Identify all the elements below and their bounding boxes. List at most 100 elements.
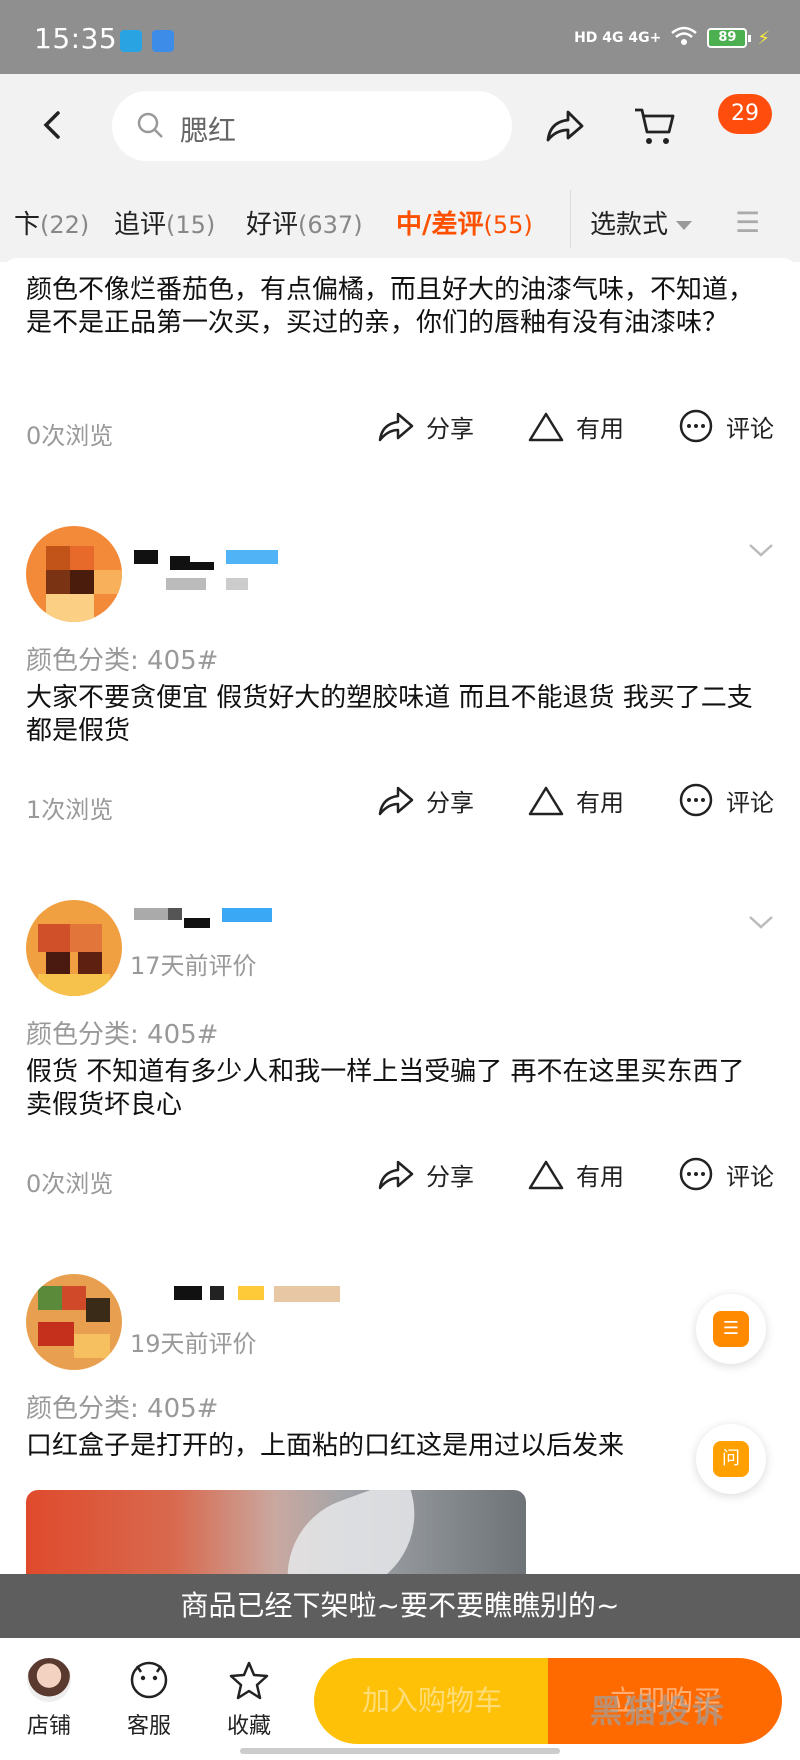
share-icon[interactable] [542, 104, 586, 148]
tab-divider [570, 190, 571, 248]
share-button[interactable]: 分享 [376, 782, 474, 818]
username-masked [134, 1286, 340, 1326]
share-button[interactable]: 分享 [376, 408, 474, 444]
username-masked [134, 906, 294, 946]
chevron-down-icon[interactable] [748, 914, 774, 930]
customer-service-icon [130, 1661, 168, 1699]
caret-down-icon [676, 221, 693, 230]
avatar [26, 1274, 122, 1370]
cart-badge[interactable]: 29 [718, 94, 772, 134]
review-photo[interactable] [26, 1490, 526, 1574]
share-label: 分享 [426, 414, 474, 443]
select-style-label: 选款式 [590, 210, 669, 240]
useful-button[interactable]: 有用 [526, 1156, 624, 1192]
shop-button[interactable]: 店铺 [14, 1658, 84, 1740]
comment-label: 评论 [726, 414, 774, 443]
ask-icon: 问 [713, 1441, 749, 1477]
share-label: 分享 [426, 788, 474, 817]
useful-button[interactable]: 有用 [526, 782, 624, 818]
useful-button[interactable]: 有用 [526, 408, 624, 444]
share-icon [378, 1160, 414, 1190]
username-masked [134, 550, 294, 590]
review-time: 19天前评价 [130, 1330, 257, 1358]
delisted-banner[interactable]: 商品已经下架啦~要不要瞧瞧别的~ [0, 1574, 800, 1638]
review-text: 假货 不知道有多少人和我一样上当受骗了 再不在这里买东西了 卖假货坏良心 [26, 1057, 745, 1120]
select-style-dropdown[interactable]: 选款式 [590, 204, 693, 241]
cart-icon[interactable] [632, 104, 676, 148]
tab-follow-up[interactable]: 追评(15) [114, 204, 215, 241]
notes-float-button[interactable]: ☰ [696, 1294, 766, 1364]
review-views: 1次浏览 [26, 796, 114, 824]
battery-indicator: 89 [707, 28, 752, 48]
service-label: 客服 [126, 1714, 171, 1739]
bottom-bar: 店铺 客服 收藏 加入购物车 立即购买 黑猫投诉 [0, 1638, 800, 1760]
status-bar: 15:35 HD 4G 4G+ 89 ⚡ [0, 0, 800, 74]
note-icon: ☰ [713, 1311, 749, 1347]
comment-icon [679, 409, 713, 443]
chevron-down-icon[interactable] [748, 542, 774, 558]
review-variant: 颜色分类: 405# [26, 1394, 219, 1424]
review-views: 0次浏览 [26, 1170, 114, 1198]
tab-positive[interactable]: 好评(637) [246, 204, 363, 241]
photo-content [265, 1490, 437, 1574]
tab-with-images[interactable]: 卞(22) [14, 204, 89, 241]
favorite-button[interactable]: 收藏 [214, 1658, 284, 1740]
search-text: 腮红 [180, 114, 237, 147]
comment-label: 评论 [726, 788, 774, 817]
network-indicator: HD 4G 4G+ [574, 30, 662, 46]
tab-label: 卞 [14, 210, 41, 240]
share-label: 分享 [426, 1162, 474, 1191]
comment-icon [679, 783, 713, 817]
status-time: 15:35 [34, 22, 118, 55]
telegram-icon [120, 30, 142, 52]
tab-negative[interactable]: 中/差评(55) [396, 204, 533, 241]
comment-icon [679, 1157, 713, 1191]
comment-button[interactable]: 评论 [676, 782, 774, 818]
useful-label: 有用 [576, 788, 624, 817]
tab-count: (637) [298, 211, 363, 239]
review-views: 0次浏览 [26, 422, 114, 450]
filter-icon[interactable]: ☰ [735, 206, 760, 239]
tab-count: (22) [40, 211, 90, 239]
tab-label: 追评 [114, 210, 167, 240]
triangle-up-icon [528, 412, 564, 442]
triangle-up-icon [528, 786, 564, 816]
review-tabs: 卞(22) 追评(15) 好评(637) 中/差评(55) 选款式 ☰ [0, 178, 800, 262]
back-icon[interactable] [42, 110, 62, 148]
triangle-up-icon [528, 1160, 564, 1190]
tab-label: 好评 [246, 210, 299, 240]
search-input[interactable]: 腮红 [112, 91, 512, 161]
header: 腮红 29 [0, 74, 800, 178]
review-variant: 颜色分类: 405# [26, 1020, 219, 1050]
share-icon [378, 786, 414, 816]
comment-label: 评论 [726, 1162, 774, 1191]
share-button[interactable]: 分享 [376, 1156, 474, 1192]
tab-count: (15) [166, 211, 216, 239]
review-text: 大家不要贪便宜 假货好大的塑胶味道 而且不能退货 我买了二支都是假货 [26, 683, 753, 746]
tab-label: 中/差评 [396, 210, 484, 240]
avatar [26, 900, 122, 996]
home-indicator[interactable] [240, 1748, 560, 1754]
watermark: 黑猫投诉 [590, 1692, 727, 1730]
comment-button[interactable]: 评论 [676, 1156, 774, 1192]
status-right: HD 4G 4G+ 89 ⚡ [574, 26, 770, 50]
ask-float-button[interactable]: 问 [696, 1424, 766, 1494]
tab-count: (55) [483, 211, 533, 239]
useful-label: 有用 [576, 414, 624, 443]
add-to-cart-button[interactable]: 加入购物车 [314, 1658, 550, 1744]
avatar [26, 526, 122, 622]
review-text: 颜色不像烂番茄色，有点偏橘，而且好大的油漆气味，不知道，是不是正品第一次买，买过… [26, 275, 755, 338]
share-icon [378, 412, 414, 442]
review-time: 17天前评价 [130, 952, 257, 980]
shop-avatar [27, 1658, 71, 1702]
shop-label: 店铺 [26, 1714, 71, 1739]
review-variant: 颜色分类: 405# [26, 646, 219, 676]
service-button[interactable]: 客服 [114, 1658, 184, 1740]
wifi-icon [671, 26, 698, 50]
star-icon [229, 1661, 269, 1700]
favorite-label: 收藏 [226, 1714, 271, 1739]
comment-button[interactable]: 评论 [676, 408, 774, 444]
review-list: 颜色不像烂番茄色，有点偏橘，而且好大的油漆气味，不知道，是不是正品第一次买，买过… [0, 258, 800, 1574]
useful-label: 有用 [576, 1162, 624, 1191]
hotspot-icon [152, 30, 174, 52]
